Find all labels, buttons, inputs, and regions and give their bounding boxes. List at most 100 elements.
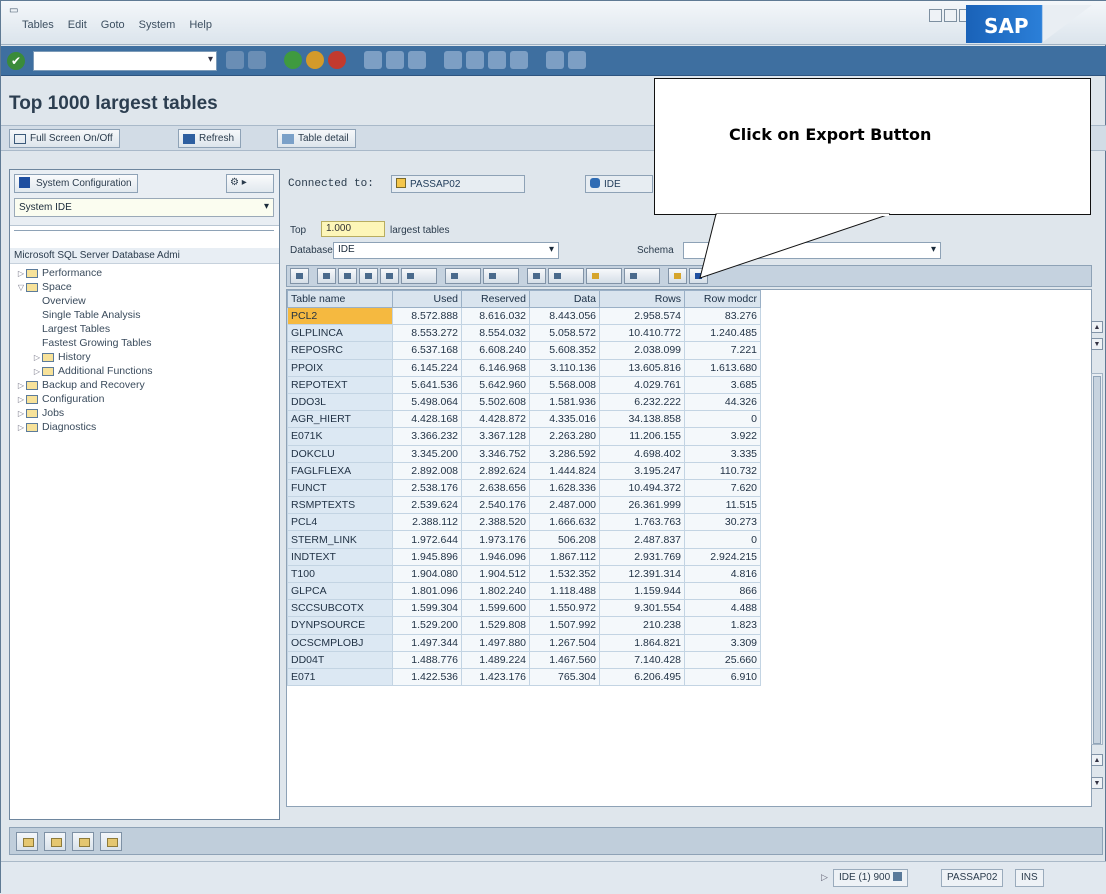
table-cell[interactable]: 1.972.644	[392, 530, 462, 549]
table-cell[interactable]: 2.487.837	[599, 530, 685, 549]
menu-goto[interactable]: Goto	[94, 19, 132, 31]
table-row[interactable]: DOKCLU 3.345.200 3.346.752 3.286.592 4.698.4…	[287, 444, 761, 463]
table-cell[interactable]: 4.428.872	[461, 410, 530, 429]
table-cell[interactable]: 1.666.632	[529, 513, 600, 532]
input-mode[interactable]: INS	[1015, 869, 1044, 887]
table-name-cell[interactable]: GLPLINCA	[287, 324, 393, 343]
back-icon[interactable]	[284, 51, 302, 69]
table-name-cell[interactable]: OCSCMPLOBJ	[287, 633, 393, 652]
column-header[interactable]: Used	[392, 290, 462, 308]
table-cell[interactable]: 2.539.624	[392, 496, 462, 515]
command-history-icon[interactable]: ▾	[208, 54, 213, 65]
table-cell[interactable]: 44.326	[684, 392, 761, 412]
table-cell[interactable]: 3.685	[684, 375, 761, 394]
table-cell[interactable]: 2.924.215	[684, 547, 761, 566]
table-cell[interactable]: 4.335.016	[529, 410, 600, 429]
table-detail-button[interactable]: Table detail	[277, 129, 356, 148]
collapsed-arrow-icon[interactable]: ▷	[32, 353, 42, 362]
column-header[interactable]: Row modcr	[684, 290, 761, 308]
table-cell[interactable]: 1.763.763	[599, 513, 685, 532]
status-toggle-icon[interactable]: ▷	[821, 872, 828, 883]
collapsed-arrow-icon[interactable]: ▷	[16, 395, 26, 404]
table-name-cell[interactable]: FAGLFLEXA	[287, 461, 393, 480]
minimize-icon[interactable]	[929, 9, 942, 22]
table-cell[interactable]: 1.867.112	[529, 547, 600, 566]
copy-icon[interactable]	[44, 832, 66, 851]
table-cell[interactable]: 1.159.944	[599, 581, 685, 601]
table-cell[interactable]: 83.276	[684, 306, 761, 326]
scroll-up-icon[interactable]: ▲	[1091, 321, 1103, 333]
table-cell[interactable]: 5.641.536	[392, 375, 462, 394]
table-cell[interactable]: 4.029.761	[599, 375, 685, 394]
table-cell[interactable]: 12.391.314	[599, 564, 685, 584]
local-file-icon[interactable]	[72, 832, 94, 851]
menu-edit[interactable]: Edit	[61, 19, 94, 31]
last-page-icon[interactable]	[510, 51, 528, 69]
table-cell[interactable]: 0	[684, 530, 761, 549]
tree-node[interactable]: ▷ Diagnostics	[10, 420, 279, 434]
table-cell[interactable]: 866	[684, 581, 761, 601]
exit-icon[interactable]	[306, 51, 324, 69]
table-cell[interactable]: 1.599.304	[392, 599, 462, 618]
tools-menu-button[interactable]: ⚙ ▸	[226, 174, 274, 193]
find-icon[interactable]	[359, 268, 378, 284]
table-cell[interactable]: 6.537.168	[392, 341, 462, 360]
table-cell[interactable]: 4.816	[684, 564, 761, 584]
table-cell[interactable]: 1.467.560	[529, 650, 600, 669]
enter-button[interactable]: ✔	[7, 52, 25, 70]
table-row[interactable]: PCL4 2.388.112 2.388.520 1.666.632 1.763.763…	[287, 513, 761, 532]
shortcut-icon[interactable]	[568, 51, 586, 69]
table-name-cell[interactable]: T100	[287, 564, 393, 584]
column-header[interactable]: Data	[529, 290, 600, 308]
table-name-cell[interactable]: PPOIX	[287, 358, 393, 377]
table-cell[interactable]: 6.232.222	[599, 392, 685, 412]
table-cell[interactable]: 4.698.402	[599, 444, 685, 463]
table-cell[interactable]: 1.532.352	[529, 564, 600, 584]
export-button-icon[interactable]	[586, 268, 622, 284]
table-name-cell[interactable]: E071	[287, 667, 393, 687]
table-cell[interactable]: 5.642.960	[461, 375, 530, 394]
page-up-icon[interactable]: ▼	[1091, 338, 1103, 350]
table-cell[interactable]: 30.273	[684, 513, 761, 532]
column-header[interactable]: Rows	[599, 290, 685, 308]
table-cell[interactable]: 2.487.000	[529, 496, 600, 515]
table-row[interactable]: GLPLINCA 8.553.272 8.554.032 5.058.572 10.41…	[287, 324, 761, 343]
table-cell[interactable]: 6.910	[684, 667, 761, 687]
table-row[interactable]: PCL2 8.572.888 8.616.032 8.443.056 2.958.574…	[287, 306, 761, 326]
table-cell[interactable]: 5.058.572	[529, 324, 600, 343]
table-cell[interactable]: 3.195.247	[599, 461, 685, 480]
table-name-cell[interactable]: DD04T	[287, 650, 393, 669]
table-cell[interactable]: 2.892.624	[461, 461, 530, 480]
table-cell[interactable]: 2.931.769	[599, 547, 685, 566]
table-cell[interactable]: 1.864.821	[599, 633, 685, 652]
table-cell[interactable]: 1.904.080	[392, 564, 462, 584]
table-cell[interactable]: 3.335	[684, 444, 761, 463]
table-cell[interactable]: 10.494.372	[599, 478, 685, 498]
table-cell[interactable]: 8.616.032	[461, 306, 530, 326]
table-cell[interactable]: 1.507.992	[529, 616, 600, 635]
table-cell[interactable]: 765.304	[529, 667, 600, 687]
table-cell[interactable]: 1.118.488	[529, 581, 600, 601]
table-name-cell[interactable]: AGR_HIERT	[287, 410, 393, 429]
tree-node[interactable]: ▽ Space	[10, 280, 279, 294]
maximize-icon[interactable]	[944, 9, 957, 22]
table-row[interactable]: DYNPSOURCE 1.529.200 1.529.808 1.507.992 210…	[287, 616, 761, 635]
app-menu-icon[interactable]: ▭	[9, 5, 18, 16]
next-page-icon[interactable]	[488, 51, 506, 69]
table-name-cell[interactable]: INDTEXT	[287, 547, 393, 566]
table-cell[interactable]: 3.366.232	[392, 427, 462, 446]
table-cell[interactable]: 1.613.680	[684, 358, 761, 377]
table-cell[interactable]: 3.110.136	[529, 358, 600, 377]
table-cell[interactable]: 10.410.772	[599, 324, 685, 343]
table-row[interactable]: OCSCMPLOBJ 1.497.344 1.497.880 1.267.504 1.8…	[287, 633, 761, 652]
table-cell[interactable]: 25.660	[684, 650, 761, 669]
collapsed-arrow-icon[interactable]: ▷	[16, 423, 26, 432]
table-cell[interactable]: 7.620	[684, 478, 761, 498]
table-cell[interactable]: 1.550.972	[529, 599, 600, 618]
tree-node[interactable]: Single Table Analysis	[10, 308, 279, 322]
table-cell[interactable]: 2.958.574	[599, 306, 685, 326]
table-name-cell[interactable]: E071K	[287, 427, 393, 446]
table-cell[interactable]: 8.554.032	[461, 324, 530, 343]
find-next-icon[interactable]	[408, 51, 426, 69]
table-row[interactable]: T100 1.904.080 1.904.512 1.532.352 12.391.31…	[287, 564, 761, 584]
